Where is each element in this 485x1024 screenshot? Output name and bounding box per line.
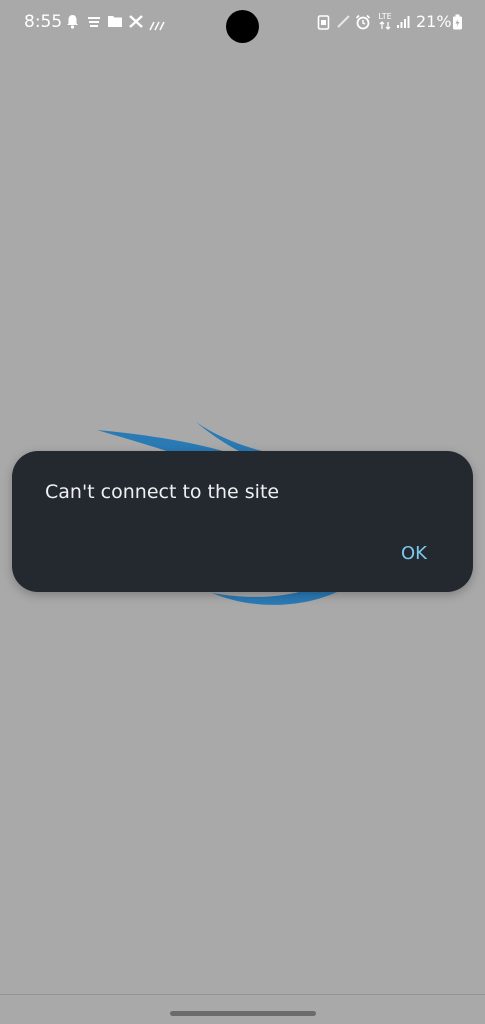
tools-icon: [128, 14, 144, 34]
alarm-icon: [355, 14, 371, 35]
battery-charging-icon: [452, 14, 463, 35]
screenshot-icon: [317, 14, 330, 35]
error-dialog: Can't connect to the site OK: [12, 451, 473, 592]
svg-text:LTE: LTE: [378, 12, 391, 21]
nav-bar-divider: [0, 994, 485, 995]
front-camera-cutout: [226, 10, 259, 43]
battery-percentage: 21%: [416, 12, 452, 31]
dialog-message: Can't connect to the site: [45, 481, 280, 503]
folder-icon: [107, 14, 123, 33]
pen-icon: [336, 14, 351, 34]
wifi-calling-icon: [149, 18, 165, 36]
gesture-nav-handle[interactable]: [170, 1011, 316, 1016]
app-notification-icon: [87, 14, 101, 34]
ok-button[interactable]: OK: [389, 533, 439, 573]
lte-icon: LTE: [376, 11, 394, 36]
status-bar: 8:55 LTE 21%: [0, 0, 485, 48]
status-time: 8:55: [24, 12, 63, 32]
signal-icon: [396, 14, 410, 34]
notification-bell-icon: [66, 14, 79, 34]
